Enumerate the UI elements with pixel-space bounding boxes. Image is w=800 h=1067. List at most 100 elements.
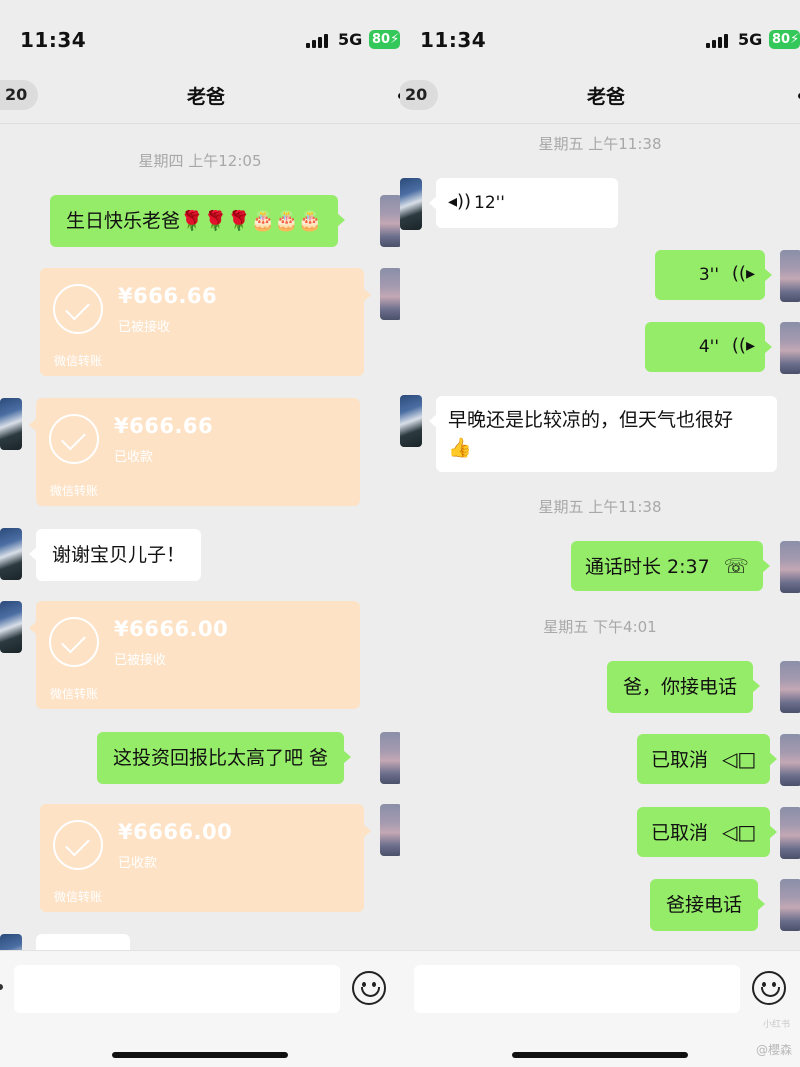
voice-duration: 4'': [698, 337, 719, 357]
avatar[interactable]: [380, 732, 400, 784]
transfer-card-received[interactable]: ¥666.66 已收款 微信转账: [29, 398, 360, 506]
message-timestamp: 星期四 上午12:05: [138, 152, 262, 170]
nav-bar: 20 老爸: [0, 72, 400, 124]
phone-hangup-icon: ☏: [723, 554, 749, 578]
avatar[interactable]: [780, 250, 800, 302]
message-input[interactable]: [14, 965, 340, 1013]
status-time: 11:34: [420, 28, 487, 52]
voice-message-received[interactable]: ◂)) 12'': [429, 178, 618, 228]
transfer-amount: ¥6666.00: [114, 617, 229, 641]
emoji-icon[interactable]: [752, 971, 786, 1005]
transfer-amount: ¥6666.00: [118, 820, 233, 844]
home-indicator: [112, 1052, 288, 1058]
transfer-footer: 微信转账: [50, 484, 99, 498]
message-text: 这投资回报比太高了吧 爸: [113, 747, 329, 769]
check-circle-icon: [49, 414, 99, 464]
voice-message-sent[interactable]: 3'' ((▸: [655, 250, 772, 300]
avatar[interactable]: [780, 322, 800, 374]
message-text: 生日快乐老爸🌹🌹🌹🎂🎂🎂: [66, 210, 322, 232]
message-text: 爸接电话: [666, 894, 743, 916]
avatar[interactable]: [780, 879, 800, 931]
signal-icon: [306, 33, 332, 48]
call-record-sent[interactable]: 通话时长 2:37 ☏: [571, 541, 770, 591]
network-label: 5G: [738, 30, 763, 49]
watermark-logo: 小红书: [762, 1020, 790, 1030]
transfer-footer: 微信转账: [50, 687, 99, 701]
battery-icon: 80⚡: [369, 30, 400, 49]
avatar[interactable]: [780, 734, 800, 786]
transfer-card-received[interactable]: ¥6666.00 已被接收 微信转账: [29, 601, 360, 709]
signal-icon: [706, 33, 732, 48]
message-timestamp: 星期五 下午4:01: [543, 618, 657, 636]
network-label: 5G: [338, 30, 363, 49]
transfer-amount: ¥666.66: [114, 414, 214, 438]
message-bubble-sent[interactable]: 这投资回报比太高了吧 爸: [97, 732, 352, 784]
input-bar: [0, 950, 400, 1067]
avatar[interactable]: [780, 661, 800, 713]
screenshot-root: 11:34 5G 80⚡ 20 老爸 星期四 上午12:05 生日快乐老爸🌹🌹🌹…: [0, 0, 800, 1067]
voice-duration: 12'': [474, 193, 505, 213]
chat-panel-left: 11:34 5G 80⚡ 20 老爸 星期四 上午12:05 生日快乐老爸🌹🌹🌹…: [0, 0, 400, 1067]
message-bubble-sent[interactable]: 爸接电话: [650, 879, 766, 931]
battery-level: 80: [772, 32, 791, 47]
call-duration: 通话时长 2:37: [585, 556, 710, 578]
check-circle-icon: [53, 820, 103, 870]
check-circle-icon: [49, 617, 99, 667]
transfer-card-sent[interactable]: ¥666.66 已被接收 微信转账: [40, 268, 371, 376]
battery-icon: 80⚡: [769, 30, 800, 49]
avatar[interactable]: [0, 398, 22, 450]
transfer-card-sent[interactable]: ¥6666.00 已收款 微信转账: [40, 804, 371, 912]
thumbs-up-emoji: 👍: [448, 437, 472, 459]
avatar[interactable]: [400, 178, 422, 230]
message-bubble-sent[interactable]: 爸，你接电话: [607, 661, 761, 713]
call-status: 已取消: [651, 822, 709, 844]
status-time: 11:34: [20, 28, 87, 52]
transfer-status: 已被接收: [114, 653, 167, 668]
watermark: @櫻森: [755, 1043, 792, 1057]
message-bubble-received[interactable]: 早晚还是比较凉的，但天气也很好 👍: [429, 396, 777, 472]
transfer-status: 已收款: [118, 856, 158, 871]
transfer-footer: 微信转账: [54, 354, 103, 368]
status-bar: 11:34 5G 80⚡: [400, 0, 800, 72]
chat-title: 老爸: [186, 86, 225, 108]
call-status: 已取消: [651, 749, 709, 771]
avatar[interactable]: [400, 395, 422, 447]
video-call-cancelled[interactable]: 已取消 ◁□: [637, 734, 778, 784]
avatar[interactable]: [380, 804, 400, 856]
message-input[interactable]: [414, 965, 740, 1013]
message-text: 谢谢宝贝儿子！: [52, 544, 186, 566]
chat-title: 老爸: [586, 86, 625, 108]
voice-wave-icon: ((▸: [731, 335, 755, 356]
avatar[interactable]: [0, 528, 22, 580]
voice-message-sent[interactable]: 4'' ((▸: [645, 322, 772, 372]
message-text: 爸，你接电话: [623, 676, 738, 698]
avatar[interactable]: [380, 195, 400, 247]
voice-wave-icon: ((▸: [731, 263, 755, 284]
check-circle-icon: [53, 284, 103, 334]
voice-wave-icon: ◂)): [448, 191, 472, 212]
status-bar: 11:34 5G 80⚡: [0, 0, 400, 72]
input-bar: 小红书 @櫻森: [400, 950, 800, 1067]
transfer-status: 已收款: [114, 450, 154, 465]
nav-bar: 20 老爸: [400, 72, 800, 124]
video-call-icon: ◁□: [722, 747, 757, 771]
avatar[interactable]: [780, 807, 800, 859]
message-timestamp: 星期五 上午11:38: [538, 498, 662, 516]
transfer-status: 已被接收: [118, 320, 171, 335]
avatar[interactable]: [0, 601, 22, 653]
message-timestamp: 星期五 上午11:38: [538, 135, 662, 153]
voice-duration: 3'': [698, 265, 719, 285]
message-bubble-sent[interactable]: 生日快乐老爸🌹🌹🌹🎂🎂🎂: [50, 195, 345, 247]
message-bubble-received[interactable]: 谢谢宝贝儿子！: [29, 529, 202, 581]
battery-level: 80: [372, 32, 391, 47]
chat-panel-right: 11:34 5G 80⚡ 20 老爸 星期五 上午11:38 ◂)) 12'' …: [400, 0, 800, 1067]
video-call-cancelled[interactable]: 已取消 ◁□: [637, 807, 778, 857]
avatar[interactable]: [780, 541, 800, 593]
avatar[interactable]: [380, 268, 400, 320]
message-text: 早晚还是比较凉的，但天气也很好: [448, 409, 734, 431]
video-call-icon: ◁□: [722, 820, 757, 844]
transfer-amount: ¥666.66: [118, 284, 218, 308]
voice-toggle-icon[interactable]: [0, 984, 3, 990]
transfer-footer: 微信转账: [54, 890, 103, 904]
emoji-icon[interactable]: [352, 971, 386, 1005]
